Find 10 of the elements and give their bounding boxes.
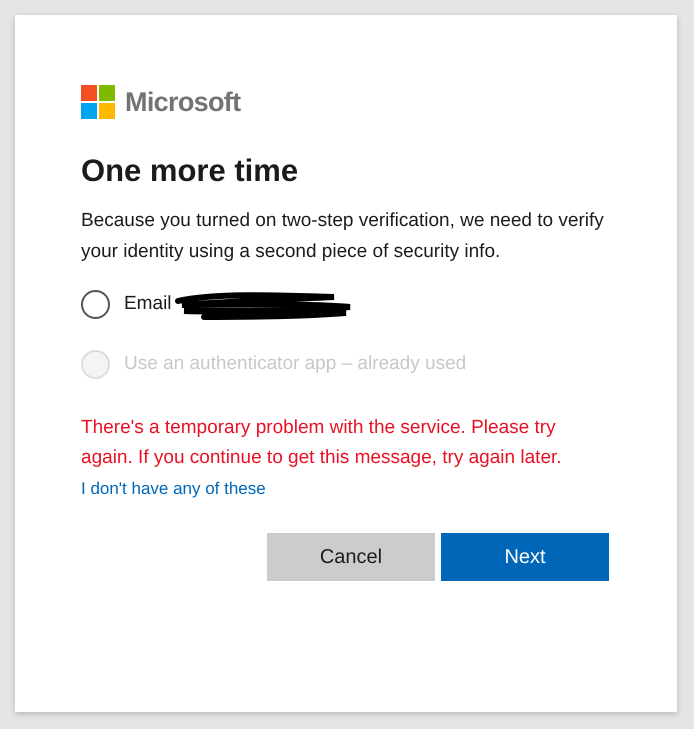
option-label: Email [124,292,172,316]
next-button[interactable]: Next [441,532,609,580]
no-options-link[interactable]: I don't have any of these [81,474,266,502]
logo-text: Microsoft [125,86,240,119]
logo-icon [81,85,115,120]
error-message: There's a temporary problem with the service. Please try again. If you continue to get this message, try again later. [81,416,563,470]
description: Because you turned on two-step verification, we need to verify your identity using a second piece of security info. [81,208,605,264]
radio-button[interactable] [81,290,110,319]
page-title: One more time [81,152,300,190]
cancel-button[interactable]: Cancel [267,532,435,580]
